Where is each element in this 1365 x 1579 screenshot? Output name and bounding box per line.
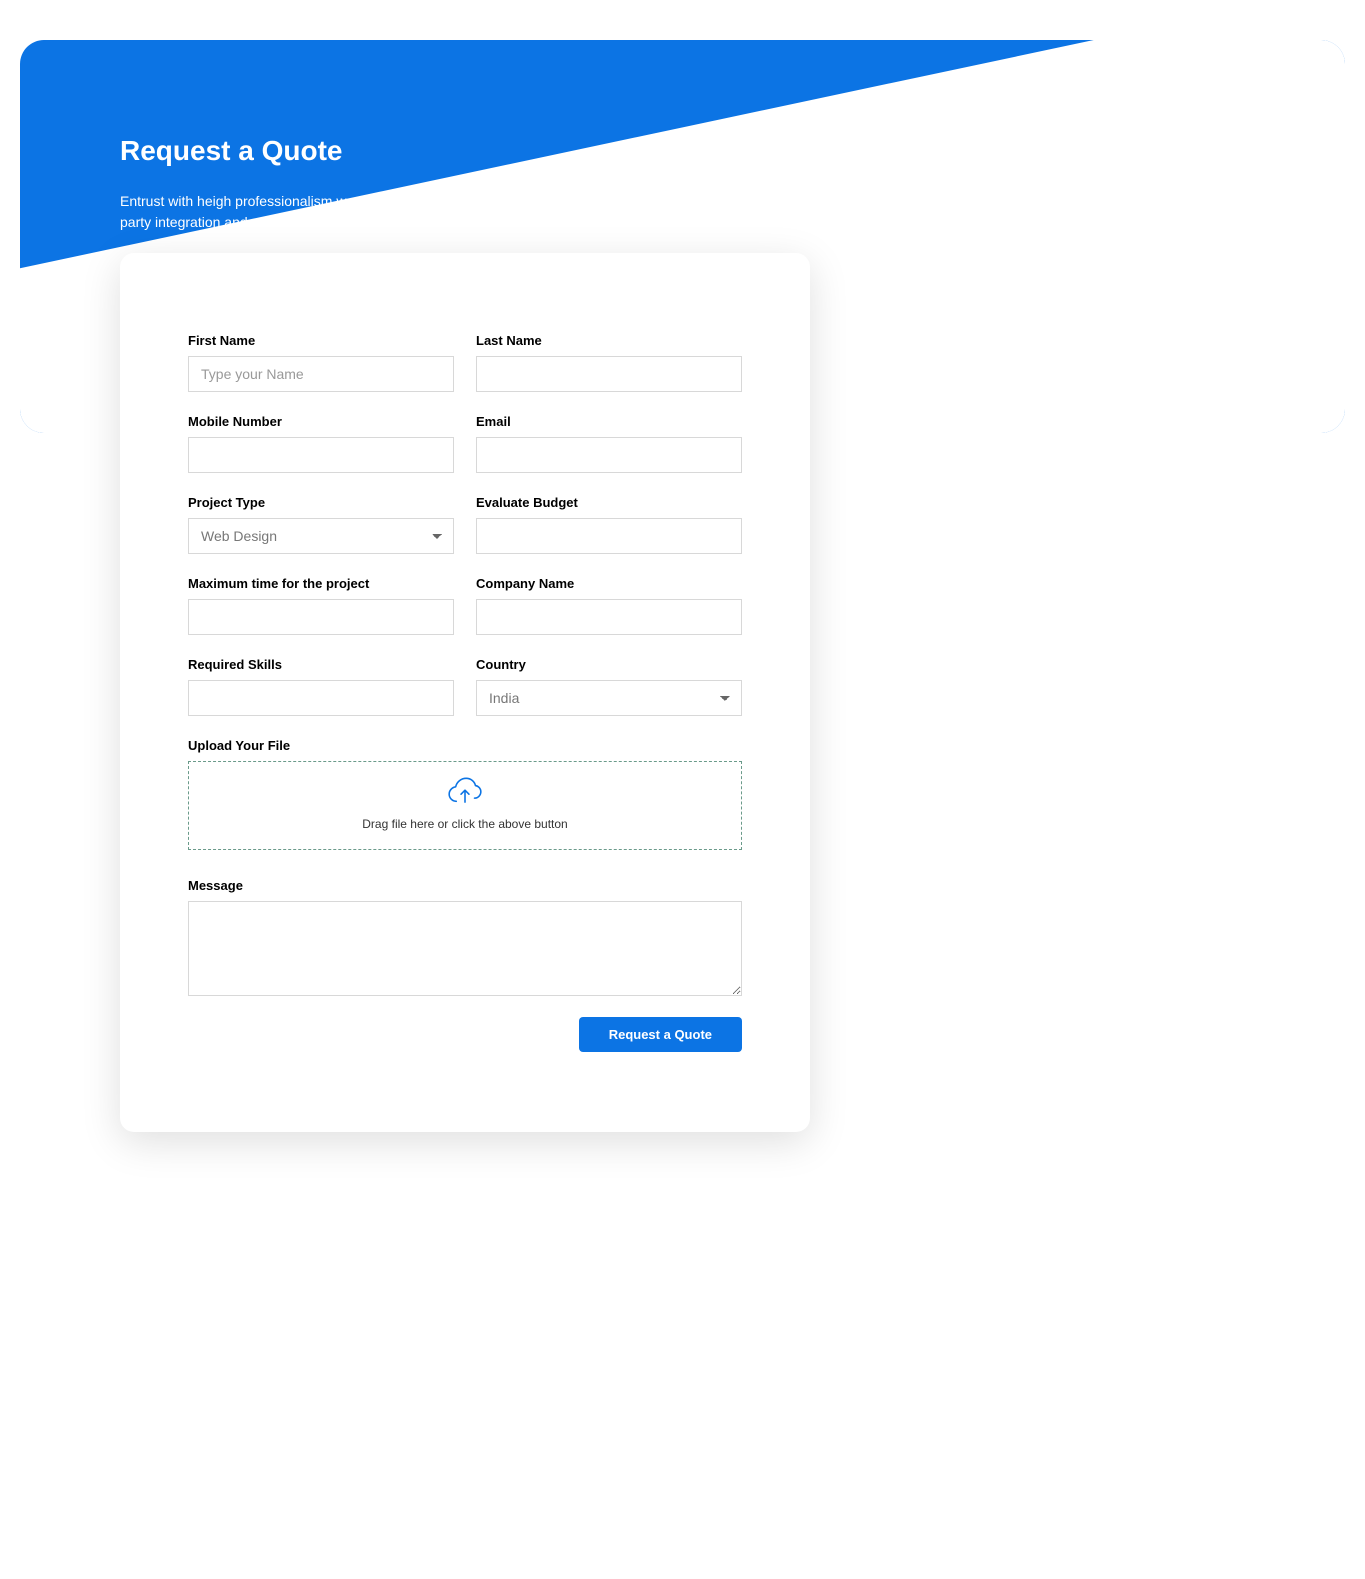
upload-dropzone[interactable]: Drag file here or click the above button <box>188 761 742 850</box>
skills-label: Required Skills <box>188 657 454 672</box>
email-input[interactable] <box>476 437 742 473</box>
group-first-name: First Name <box>188 333 454 392</box>
page-description: Entrust with heigh professionalism we ar… <box>120 191 800 233</box>
row-skills-country: Required Skills Country India <box>188 657 742 716</box>
email-label: Email <box>476 414 742 429</box>
row-contact: Mobile Number Email <box>188 414 742 473</box>
budget-label: Evaluate Budget <box>476 495 742 510</box>
page-title: Request a Quote <box>120 135 1245 167</box>
country-label: Country <box>476 657 742 672</box>
message-label: Message <box>188 878 742 893</box>
quote-page: Request a Quote Entrust with heigh profe… <box>20 40 1345 1132</box>
group-project-type: Project Type Web Design <box>188 495 454 554</box>
group-company: Company Name <box>476 576 742 635</box>
max-time-input[interactable] <box>188 599 454 635</box>
skills-input[interactable] <box>188 680 454 716</box>
group-email: Email <box>476 414 742 473</box>
company-label: Company Name <box>476 576 742 591</box>
group-country: Country India <box>476 657 742 716</box>
group-upload: Upload Your File Drag file here or click… <box>188 738 742 850</box>
project-type-select[interactable]: Web Design <box>188 518 454 554</box>
group-mobile: Mobile Number <box>188 414 454 473</box>
row-time-company: Maximum time for the project Company Nam… <box>188 576 742 635</box>
upload-hint: Drag file here or click the above button <box>199 817 731 831</box>
project-type-label: Project Type <box>188 495 454 510</box>
first-name-input[interactable] <box>188 356 454 392</box>
hero-content: Request a Quote Entrust with heigh profe… <box>120 135 1245 233</box>
row-project: Project Type Web Design Evaluate Budget <box>188 495 742 554</box>
group-budget: Evaluate Budget <box>476 495 742 554</box>
message-textarea[interactable] <box>188 901 742 996</box>
request-quote-button[interactable]: Request a Quote <box>579 1017 742 1052</box>
quote-form-card: First Name Last Name Mobile Number Email… <box>120 253 810 1132</box>
group-last-name: Last Name <box>476 333 742 392</box>
last-name-label: Last Name <box>476 333 742 348</box>
country-select[interactable]: India <box>476 680 742 716</box>
upload-label: Upload Your File <box>188 738 742 753</box>
cloud-upload-icon <box>199 776 731 811</box>
group-max-time: Maximum time for the project <box>188 576 454 635</box>
row-name: First Name Last Name <box>188 333 742 392</box>
last-name-input[interactable] <box>476 356 742 392</box>
group-skills: Required Skills <box>188 657 454 716</box>
group-message: Message <box>188 878 742 1001</box>
max-time-label: Maximum time for the project <box>188 576 454 591</box>
mobile-label: Mobile Number <box>188 414 454 429</box>
submit-row: Request a Quote <box>188 1017 742 1052</box>
first-name-label: First Name <box>188 333 454 348</box>
company-input[interactable] <box>476 599 742 635</box>
budget-input[interactable] <box>476 518 742 554</box>
mobile-input[interactable] <box>188 437 454 473</box>
